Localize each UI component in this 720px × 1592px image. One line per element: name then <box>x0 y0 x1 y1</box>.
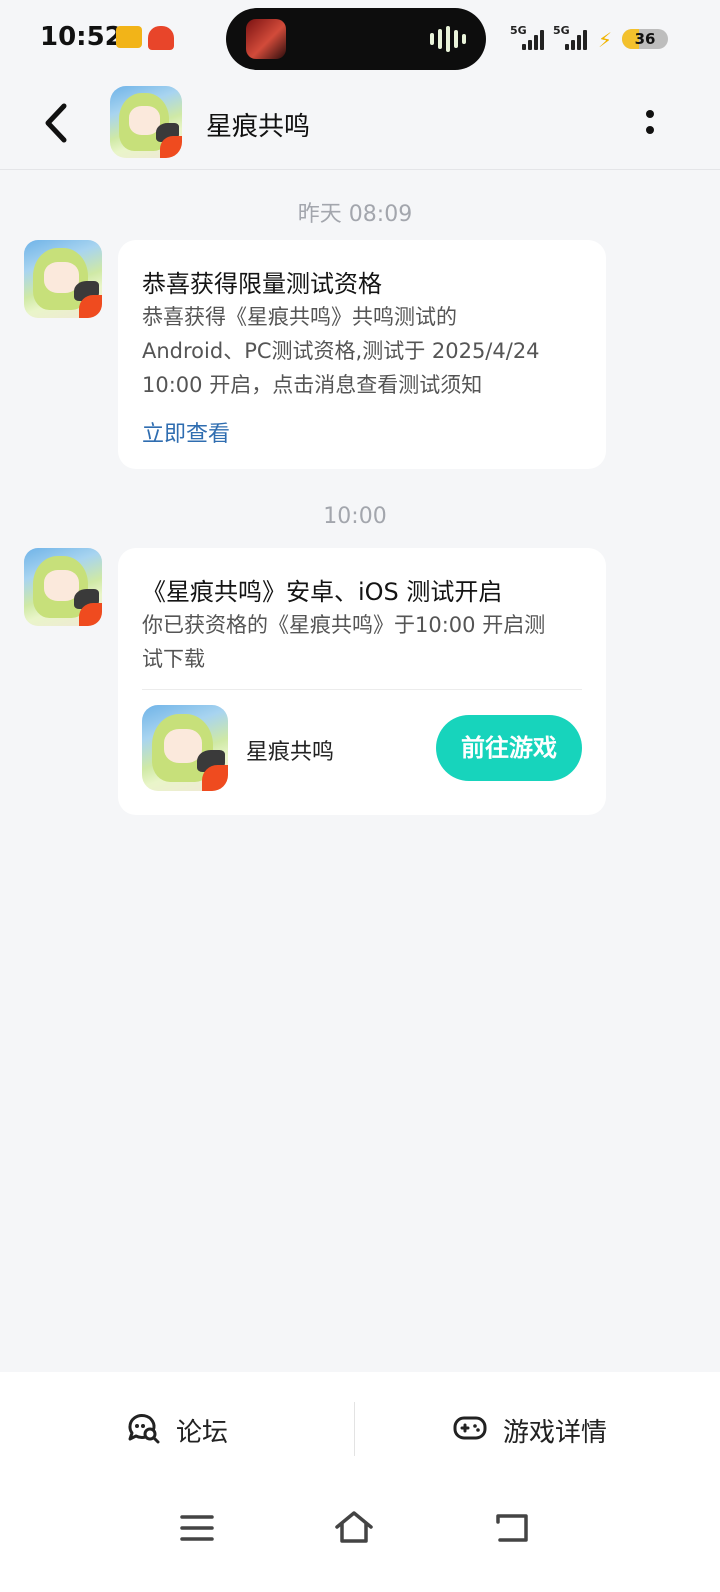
gamepad-icon <box>453 1416 487 1440</box>
chat-header: 星痕共鸣 <box>0 80 720 170</box>
status-bar: 10:52 5G 5G ⚡ 36 <box>0 0 720 80</box>
go-to-game-button[interactable]: 前往游戏 <box>436 715 582 781</box>
message-body-line: 10:00 开启，点击消息查看测试须知 <box>142 373 483 397</box>
view-now-link[interactable]: 立即查看 <box>142 416 230 448</box>
tab-game-details[interactable]: 游戏详情 <box>355 1372 709 1484</box>
home-icon[interactable] <box>332 1508 376 1548</box>
system-nav-bar <box>0 1484 720 1592</box>
menu-icon[interactable] <box>176 1508 220 1548</box>
message-title: 恭喜获得限量测试资格 <box>142 270 382 298</box>
message-card[interactable]: 恭喜获得限量测试资格 恭喜获得《星痕共鸣》共鸣测试的 Android、PC测试资… <box>118 240 606 469</box>
audio-wave-icon <box>430 26 470 52</box>
sender-avatar[interactable] <box>24 548 102 626</box>
tab-forum[interactable]: 论坛 <box>0 1372 354 1484</box>
chevron-left-icon <box>45 103 67 143</box>
battery-icon: 36 <box>622 29 668 49</box>
page-title: 星痕共鸣 <box>206 112 311 142</box>
game-name: 星痕共鸣 <box>246 740 335 765</box>
sender-avatar[interactable] <box>24 240 102 318</box>
tab-label: 论坛 <box>176 1418 229 1448</box>
now-playing-thumbnail <box>246 19 286 59</box>
message-body-line: Android、PC测试资格,测试于 2025/4/24 <box>142 339 540 363</box>
vertical-dots-icon <box>646 110 654 118</box>
message-card[interactable]: 《星痕共鸣》安卓、iOS 测试开启 你已获资格的《星痕共鸣》于10:00 开启测… <box>118 548 606 815</box>
game-icon[interactable] <box>142 705 228 791</box>
more-options-button[interactable] <box>630 102 670 146</box>
message-title: 《星痕共鸣》安卓、iOS 测试开启 <box>142 578 503 606</box>
tab-label: 游戏详情 <box>503 1418 608 1448</box>
back-icon[interactable] <box>490 1508 534 1548</box>
back-button[interactable] <box>36 100 82 146</box>
message-body-line: 试下载 <box>142 647 205 671</box>
forum-chat-icon <box>128 1414 160 1444</box>
card-divider <box>142 689 582 690</box>
battery-level-text: 36 <box>634 30 656 48</box>
notification-app-icon <box>116 26 142 48</box>
message-timestamp: 昨天 08:09 <box>297 202 413 227</box>
dynamic-island[interactable] <box>226 8 486 70</box>
message-body-line: 你已获资格的《星痕共鸣》于10:00 开启测 <box>142 613 546 637</box>
status-time: 10:52 <box>40 22 123 52</box>
message-body: 恭喜获得《星痕共鸣》共鸣测试的 Android、PC测试资格,测试于 2025/… <box>142 300 588 402</box>
message-body: 你已获资格的《星痕共鸣》于10:00 开启测 试下载 <box>142 608 588 676</box>
bottom-action-bar: 论坛 游戏详情 <box>0 1372 720 1484</box>
notification-app-icon <box>148 26 174 50</box>
message-body-line: 恭喜获得《星痕共鸣》共鸣测试的 <box>142 305 457 329</box>
message-timestamp: 10:00 <box>323 504 387 529</box>
game-avatar[interactable] <box>110 86 182 158</box>
charging-bolt-icon: ⚡ <box>598 28 613 52</box>
